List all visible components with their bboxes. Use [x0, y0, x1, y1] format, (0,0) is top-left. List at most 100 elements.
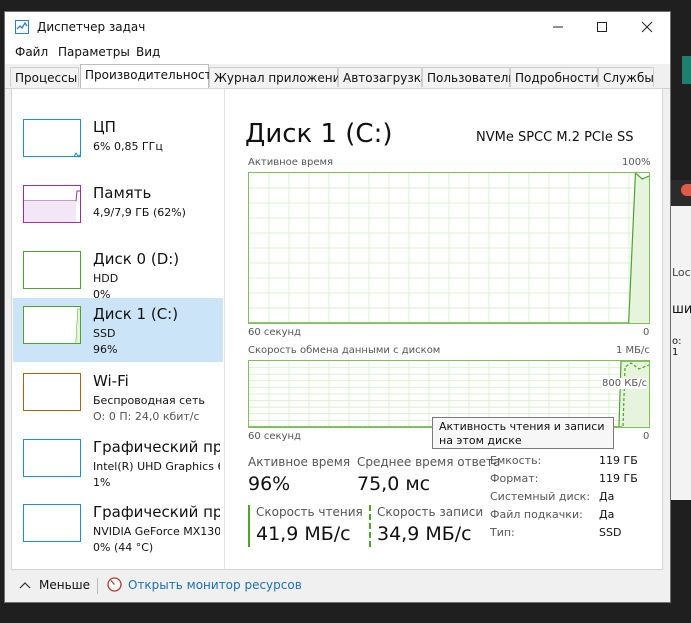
property-system-disk-key: Системный диск:: [490, 490, 591, 503]
close-icon: [641, 21, 653, 33]
read-speed-marker: [248, 505, 250, 547]
sidebar-item-name: Wi-Fi: [93, 372, 129, 390]
sidebar-item-disk1[interactable]: Диск 1 (C:) SSD 96%: [13, 298, 223, 362]
open-resource-monitor-label: Открыть монитор ресурсов: [128, 577, 302, 592]
write-speed-value: 34,9 МБ/с: [377, 523, 472, 545]
sidebar-item-usage: 96%: [93, 343, 118, 356]
property-format-key: Формат:: [490, 472, 539, 485]
sidebar-item-name: ЦП: [93, 118, 116, 136]
title-bar[interactable]: Диспетчер задач: [5, 12, 670, 42]
response-time-stat-label: Среднее время ответа: [357, 455, 501, 469]
minimize-button[interactable]: [536, 12, 580, 42]
footer-divider: [97, 578, 98, 594]
menu-bar: Файл Параметры Вид: [5, 42, 670, 64]
property-capacity-key: Емкость:: [490, 454, 542, 467]
sidebar-item-memory[interactable]: Память 4,9/7,9 ГБ (62%): [13, 177, 223, 241]
sidebar-item-detail: NVIDIA GeForce MX130: [93, 525, 220, 538]
sidebar-item-name: Диск 0 (D:): [93, 250, 180, 268]
active-time-stat-value: 96%: [248, 473, 291, 495]
sidebar-item-name: Память: [93, 184, 152, 202]
graph1-zero-label: 0: [643, 327, 650, 338]
gpu1-thumbnail-graph: [23, 504, 81, 542]
detail-title: Диск 1 (C:): [245, 119, 393, 149]
activity-tooltip: Активность чтения и записи на этом диске: [432, 417, 614, 449]
gpu0-thumbnail-graph: [23, 439, 81, 477]
graph1-max-label: 100%: [622, 157, 651, 168]
open-resource-monitor-link[interactable]: Открыть монитор ресурсов: [107, 577, 302, 592]
detail-model: NVMe SPCC M.2 PCIe SS: [476, 130, 634, 145]
sidebar-item-name: Графический про: [93, 438, 220, 456]
memory-thumbnail-graph: [23, 185, 81, 223]
background-teal-tile: [682, 56, 691, 84]
read-speed-value: 41,9 МБ/с: [256, 523, 351, 545]
sidebar-item-detail: Intel(R) UHD Graphics 62: [93, 460, 220, 473]
maximize-button[interactable]: [580, 12, 624, 42]
minimize-icon: [553, 26, 563, 28]
active-time-stat-label: Активное время: [248, 455, 351, 469]
sidebar-item-usage: О: 0 П: 24,0 кбит/с: [93, 410, 200, 423]
write-speed-label: Скорость записи: [377, 505, 484, 519]
tab-details[interactable]: Подробности: [510, 67, 599, 87]
background-text-o1: о: 1: [672, 336, 682, 358]
sidebar-item-name: Графический про: [93, 503, 220, 521]
sidebar-item-name: Диск 1 (C:): [93, 305, 179, 323]
graph2-max-label: 1 МБ/с: [616, 345, 650, 356]
close-button[interactable]: [625, 12, 669, 42]
property-capacity-value: 119 ГБ: [599, 454, 638, 467]
menu-file[interactable]: Файл: [15, 45, 48, 59]
task-manager-app-icon: [15, 20, 29, 34]
background-red-icon: [681, 184, 691, 196]
maximize-icon: [597, 22, 607, 32]
performance-panel: ЦП 6% 0,85 ГГц Память 4,9/7,9 ГБ (62%) Д…: [11, 88, 663, 570]
menu-options[interactable]: Параметры: [58, 45, 130, 59]
sidebar-item-detail: 6% 0,85 ГГц: [93, 140, 163, 153]
background-text-shi: ши: [672, 302, 691, 317]
read-speed-label: Скорость чтения: [256, 505, 363, 519]
sidebar-item-detail: SSD: [93, 327, 116, 340]
tab-processes[interactable]: Процессы: [10, 67, 79, 87]
sidebar-item-cpu[interactable]: ЦП 6% 0,85 ГГц: [13, 111, 223, 175]
tab-performance[interactable]: Производительность: [80, 64, 219, 89]
sidebar-item-detail: 4,9/7,9 ГБ (62%): [93, 206, 186, 219]
menu-view[interactable]: Вид: [136, 45, 160, 59]
tab-users[interactable]: Пользователи: [422, 67, 516, 87]
sidebar-divider: [224, 89, 225, 569]
graph1-label: Активное время: [248, 157, 334, 168]
tab-startup[interactable]: Автозагрузка: [338, 67, 428, 87]
sidebar-item-detail: Беспроводная сеть: [93, 394, 205, 407]
fewer-details-button[interactable]: Меньше: [19, 578, 90, 592]
sidebar-item-usage: 0% (44 °C): [93, 541, 154, 554]
active-time-graph-svg: [249, 173, 649, 323]
graph1-time-label: 60 секунд: [248, 327, 301, 338]
wifi-thumbnail-graph: [23, 373, 81, 411]
disk1-thumbnail-graph: [23, 306, 81, 344]
write-speed-marker: [369, 505, 371, 547]
disk0-thumbnail-graph: [23, 251, 81, 289]
fewer-details-label: Меньше: [39, 578, 91, 592]
tab-strip: Процессы Производительность Журнал прило…: [5, 64, 670, 89]
property-pagefile-value: Да: [599, 508, 615, 521]
property-type-value: SSD: [599, 526, 622, 539]
footer-bar: Меньше Открыть монитор ресурсов: [5, 570, 670, 602]
tab-app-history[interactable]: Журнал приложений: [209, 67, 348, 87]
graph2-time-label: 60 секунд: [248, 431, 301, 442]
active-time-graph: [248, 172, 650, 324]
sidebar-item-gpu1[interactable]: Графический про NVIDIA GeForce MX130 0% …: [13, 496, 220, 560]
chevron-up-icon: [19, 582, 31, 589]
window-title: Диспетчер задач: [37, 20, 146, 34]
response-time-stat-value: 75,0 мс: [357, 473, 431, 495]
task-manager-window: Диспетчер задач Файл Параметры Вид Проце…: [4, 11, 671, 603]
property-system-disk-value: Да: [599, 490, 615, 503]
sidebar-item-gpu0[interactable]: Графический про Intel(R) UHD Graphics 62…: [13, 431, 220, 495]
property-pagefile-key: Файл подкачки:: [490, 508, 583, 521]
property-format-value: 119 ГБ: [599, 472, 638, 485]
tab-services[interactable]: Службы: [598, 67, 654, 87]
cpu-thumbnail-graph: [23, 119, 81, 157]
graph2-mid-label: 800 КБ/с: [602, 378, 648, 389]
graph2-label: Скорость обмена данными с диском: [248, 345, 441, 356]
sidebar-item-detail: HDD: [93, 272, 119, 285]
sidebar-item-wifi[interactable]: Wi-Fi Беспроводная сеть О: 0 П: 24,0 кби…: [13, 365, 223, 429]
resource-sidebar: ЦП 6% 0,85 ГГц Память 4,9/7,9 ГБ (62%) Д…: [12, 89, 224, 569]
sidebar-item-usage: 1%: [93, 476, 111, 489]
background-text-loc: Loc: [672, 266, 691, 279]
